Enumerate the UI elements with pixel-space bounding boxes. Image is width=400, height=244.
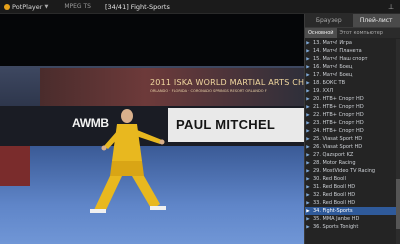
playlist-item[interactable]: ▶ 30. Red Booll [305,175,397,183]
playlist-item-label: 31. Red Booll HD [313,184,356,190]
play-icon: ▶ [306,224,310,230]
playlist-scrollbar[interactable] [396,39,400,244]
play-icon: ▶ [306,120,310,126]
play-icon: ▶ [306,136,310,142]
banner-text: 2011 ISKA WORLD MARTIAL ARTS CHAMPIO [150,78,304,87]
codec-label: MPEG TS [64,3,91,10]
play-icon: ▶ [306,80,310,86]
play-icon: ▶ [306,208,310,214]
potplayer-logo-icon [4,3,10,10]
panel-tabs: Браузер Плей-лист [305,14,400,28]
play-icon: ▶ [306,112,310,118]
playlist-item-label: 16. Матч! Боец [313,64,353,70]
playlist-item-label: 27. Qazsport KZ [313,152,354,158]
tab-playlist[interactable]: Плей-лист [352,14,400,27]
playlist-item[interactable]: ▶ 27. Qazsport KZ [305,151,397,159]
playlist-item[interactable]: ▶ 19. ХХЛ [305,87,397,95]
playlist-item[interactable]: ▶ 22. НТВ+ Спорт HD [305,111,397,119]
playlist-item[interactable]: ▶ 13. Матч! Игра [305,39,397,47]
playlist-item-label: 22. НТВ+ Спорт HD [313,112,364,118]
playlist-item-label: 29. MostVideo TV Racing [313,168,376,174]
subtab-this-computer[interactable]: Этот компьютер [337,28,386,38]
playlist-item-label: 21. НТВ+ Спорт HD [313,104,364,110]
play-icon: ▶ [306,152,310,158]
play-icon: ▶ [306,128,310,134]
playlist-item-label: 32. Red Booll HD [313,192,356,198]
playlist-item-label: 30. Red Booll [313,176,346,182]
tab-browser[interactable]: Браузер [305,14,353,27]
play-icon: ▶ [306,104,310,110]
window-title: [34/41] Fight-Sports [104,2,170,11]
martial-artist-figure [90,109,166,213]
playlist-item[interactable]: ▶ 16. Матч! Боец [305,63,397,71]
play-icon: ▶ [306,72,310,78]
play-icon: ▶ [306,168,310,174]
playlist-item-label: 33. Red Booll HD [313,200,356,206]
playlist-panel: Браузер Плей-лист Основной Этот компьюте… [304,14,400,244]
playlist-item[interactable]: ▶ 28. Motor Racing [305,159,397,167]
playlist-item-label: 23. НТВ+ Спорт HD [313,120,364,126]
playlist-item[interactable]: ▶ 20. НТВ+ Спорт HD [305,95,397,103]
play-icon: ▶ [306,200,310,206]
title-bar: PotPlayer ▼ MPEG TS [34/41] Fight-Sports… [0,0,400,14]
playlist-item[interactable]: ▶ 14. Матч! Планета [305,47,397,55]
scrollbar-thumb[interactable] [396,179,400,229]
playlist-item-label: 15. Матч! Наш спорт [313,56,368,62]
playlist-list: ▶ 13. Матч! Игра ▶ 14. Матч! Планета ▶ 15. Ма… [305,39,397,244]
panel-subtabs: Основной Этот компьютер [305,28,400,38]
playlist-item-label: 28. Motor Racing [313,160,356,166]
playlist-item-label: 18. БОКС ТВ [313,80,346,86]
play-icon: ▶ [306,56,310,62]
playlist-item[interactable]: ▶ 18. БОКС ТВ [305,79,397,87]
play-icon: ▶ [306,48,310,54]
playlist-item-label: 14. Матч! Планета [313,48,362,54]
playlist-item[interactable]: ▶ 24. НТВ+ Спорт HD [305,127,397,135]
subtab-main[interactable]: Основной [305,28,337,38]
play-icon: ▶ [306,216,310,222]
pin-icon[interactable]: ⊥ [386,2,396,12]
play-icon: ▶ [306,64,310,70]
playlist-item-label: 24. НТВ+ Спорт HD [313,128,364,134]
playlist-item[interactable]: ▶ 29. MostVideo TV Racing [305,167,397,175]
playlist-item-label: 17. Матч! Боец [313,72,353,78]
playlist-item[interactable]: ▶ 32. Red Booll HD [305,191,397,199]
play-icon: ▶ [306,192,310,198]
playlist-item[interactable]: ▶ 23. НТВ+ Спорт HD [305,119,397,127]
playlist-item[interactable]: ▶ 34. Fight-Sports [305,207,397,215]
playlist-item-label: 35. MMA Janbe HD [313,216,360,222]
play-icon: ▶ [306,144,310,150]
playlist-item[interactable]: ▶ 15. Матч! Наш спорт [305,55,397,63]
banner-subtext: ORLANDO · FLORIDA · CORONADO SPRINGS RES… [150,89,267,93]
playlist-item[interactable]: ▶ 26. Viasat Sport HD [305,143,397,151]
app-name: PotPlayer [12,2,43,11]
chevron-down-icon: ▼ [44,3,49,10]
playlist-item-label: 25. Viasat Sport HD [313,136,363,142]
playlist-item[interactable]: ▶ 35. MMA Janbe HD [305,215,397,223]
red-mat [0,146,30,186]
playlist-item[interactable]: ▶ 33. Red Booll HD [305,199,397,207]
play-icon: ▶ [306,176,310,182]
play-icon: ▶ [306,184,310,190]
play-icon: ▶ [306,96,310,102]
playlist-item[interactable]: ▶ 25. Viasat Sport HD [305,135,397,143]
playlist-item-label: 19. ХХЛ [313,88,334,94]
playlist-item[interactable]: ▶ 17. Матч! Боец [305,71,397,79]
play-icon: ▶ [306,160,310,166]
playlist-item[interactable]: ▶ 31. Red Booll HD [305,183,397,191]
video-frame[interactable]: 2011 ISKA WORLD MARTIAL ARTS CHAMPIO ORL… [0,14,304,244]
playlist-item-label: 13. Матч! Игра [313,40,352,46]
play-icon: ▶ [306,88,310,94]
playlist-item-label: 20. НТВ+ Спорт HD [313,96,364,102]
play-icon: ▶ [306,40,310,46]
playlist-item-label: 36. Sports Tonight [313,224,359,230]
championship-banner [40,68,304,106]
playlist-item-label: 26. Viasat Sport HD [313,144,363,150]
playlist-item-label: 34. Fight-Sports [313,208,353,214]
playlist-item[interactable]: ▶ 21. НТВ+ Спорт HD [305,103,397,111]
app-menu-button[interactable]: PotPlayer ▼ [0,0,52,14]
playlist-item[interactable]: ▶ 36. Sports Tonight [305,223,397,231]
